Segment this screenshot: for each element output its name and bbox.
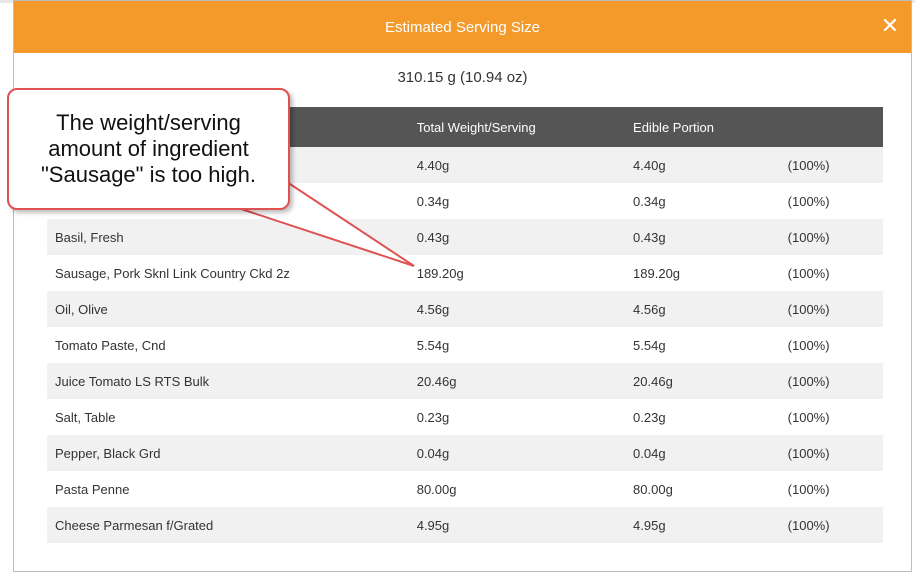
total-weight-cell: 80.00g [408,471,626,507]
header-percent [779,107,883,147]
header-edible-portion: Edible Portion [625,107,780,147]
total-weight-cell: 0.43g [408,219,626,255]
ingredient-name-cell: Salt, Table [47,399,409,435]
header-total-weight: Total Weight/Serving [408,107,626,147]
percent-cell: (100%) [779,219,883,255]
table-row: Juice Tomato LS RTS Bulk 20.46g 20.46g (100… [47,363,883,399]
percent-cell: (100%) [779,183,883,219]
total-weight-cell: 4.56g [408,291,626,327]
percent-cell: (100%) [779,291,883,327]
callout-line: amount of ingredient [48,136,249,161]
table-row: Sausage, Pork Sknl Link Country Ckd 2z 18… [47,255,883,291]
table-row: Basil, Fresh 0.43g 0.43g (100%) [47,219,883,255]
table-row: Tomato Paste, Cnd 5.54g 5.54g (100%) [47,327,883,363]
edible-portion-cell: 4.40g [625,147,780,183]
close-icon: ✕ [880,13,900,38]
ingredient-name-cell: Juice Tomato LS RTS Bulk [47,363,409,399]
percent-cell: (100%) [779,399,883,435]
total-weight-cell: 189.20g [408,255,626,291]
edible-portion-cell: 189.20g [625,255,780,291]
edible-portion-cell: 4.95g [625,507,780,543]
edible-portion-cell: 0.23g [625,399,780,435]
close-button[interactable]: ✕ [877,13,903,39]
total-weight-cell: 0.34g [408,183,626,219]
edible-portion-cell: 20.46g [625,363,780,399]
modal-title: Estimated Serving Size [384,18,541,36]
ingredient-name-cell: Tomato Paste, Cnd [47,327,409,363]
edible-portion-cell: 0.34g [625,183,780,219]
percent-cell: (100%) [779,507,883,543]
total-weight-cell: 4.95g [408,507,626,543]
table-row: Cheese Parmesan f/Grated 4.95g 4.95g (100%) [47,507,883,543]
edible-portion-cell: 80.00g [625,471,780,507]
percent-cell: (100%) [779,327,883,363]
total-weight-cell: 0.23g [408,399,626,435]
total-weight-cell: 5.54g [408,327,626,363]
edible-portion-cell: 5.54g [625,327,780,363]
annotation-callout: The weight/serving amount of ingredient … [7,88,290,210]
percent-cell: (100%) [779,471,883,507]
edible-portion-cell: 0.43g [625,219,780,255]
ingredient-name-cell: Basil, Fresh [47,219,409,255]
total-weight-cell: 20.46g [408,363,626,399]
ingredient-name-cell: Sausage, Pork Sknl Link Country Ckd 2z [47,255,409,291]
table-row: Oil, Olive 4.56g 4.56g (100%) [47,291,883,327]
total-weight-cell: 4.40g [408,147,626,183]
callout-line: "Sausage" is too high. [41,162,256,187]
edible-portion-cell: 4.56g [625,291,780,327]
total-weight-cell: 0.04g [408,435,626,471]
ingredient-name-cell: Pasta Penne [47,471,409,507]
edible-portion-cell: 0.04g [625,435,780,471]
serving-total: 310.15 g (10.94 oz) [397,69,528,86]
ingredient-name-cell: Cheese Parmesan f/Grated [47,507,409,543]
percent-cell: (100%) [779,147,883,183]
percent-cell: (100%) [779,255,883,291]
ingredient-name-cell: Oil, Olive [47,291,409,327]
ingredient-name-cell: Pepper, Black Grd [47,435,409,471]
table-row: Salt, Table 0.23g 0.23g (100%) [47,399,883,435]
callout-line: The weight/serving [56,110,241,135]
table-row: Pasta Penne 80.00g 80.00g (100%) [47,471,883,507]
callout-text: The weight/serving amount of ingredient … [41,110,256,188]
serving-size-modal: Estimated Serving Size ✕ 310.15 g (10.94… [13,0,912,572]
percent-cell: (100%) [779,435,883,471]
page: Estimated Serving Size ✕ 310.15 g (10.94… [0,0,915,575]
table-row: Pepper, Black Grd 0.04g 0.04g (100%) [47,435,883,471]
modal-header: Estimated Serving Size ✕ [14,1,911,53]
percent-cell: (100%) [779,363,883,399]
